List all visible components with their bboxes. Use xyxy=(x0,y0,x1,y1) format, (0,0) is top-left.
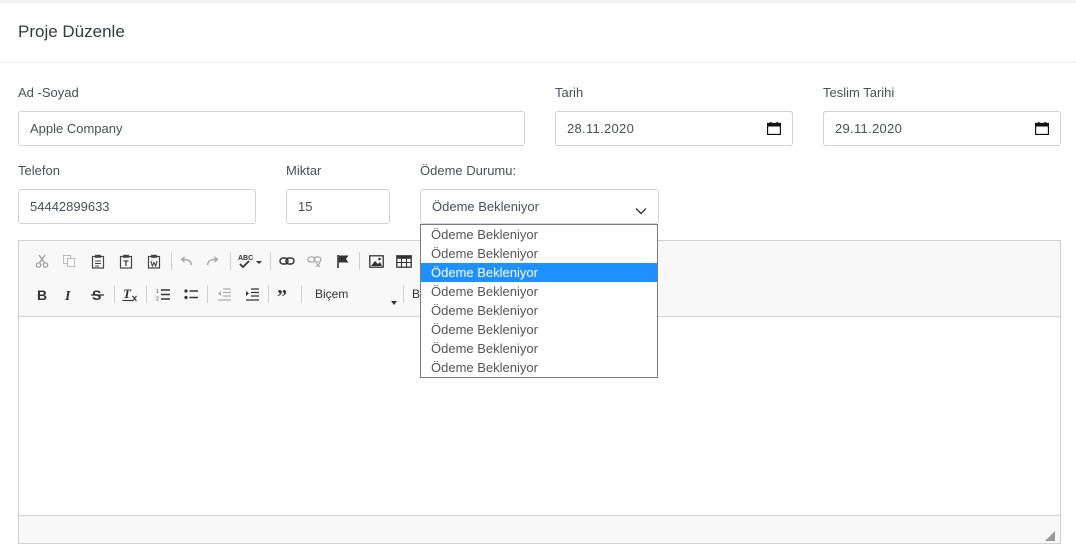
svg-text:2: 2 xyxy=(156,296,159,301)
svg-text:ABC: ABC xyxy=(238,255,253,262)
indent-icon[interactable] xyxy=(241,283,263,305)
toolbar-separator xyxy=(301,285,302,303)
payment-option-selected[interactable]: Ödeme Bekleniyor xyxy=(421,263,657,282)
format-dropdown[interactable]: Biçem xyxy=(309,285,397,305)
anchor-flag-icon[interactable] xyxy=(332,250,354,272)
amount-value: 15 xyxy=(298,199,313,214)
name-input[interactable]: Apple Company xyxy=(18,111,525,146)
toolbar-separator xyxy=(146,285,147,303)
bullet-list-icon[interactable] xyxy=(180,283,202,305)
payment-option[interactable]: Ödeme Bekleniyor xyxy=(421,320,657,339)
amount-label: Miktar xyxy=(286,163,322,178)
due-date-value: 29.11.2020 xyxy=(835,121,903,136)
toolbar-separator xyxy=(403,285,404,303)
date-input[interactable]: 28.11.2020 xyxy=(555,111,793,146)
phone-label: Telefon xyxy=(18,163,60,178)
outdent-icon[interactable] xyxy=(213,283,235,305)
toolbar-separator xyxy=(268,285,269,303)
link-icon[interactable] xyxy=(276,250,298,272)
toolbar-separator xyxy=(270,252,271,270)
calendar-icon[interactable] xyxy=(1035,122,1049,135)
cut-icon[interactable] xyxy=(31,250,53,272)
editor-footer xyxy=(19,515,1060,543)
redo-icon[interactable] xyxy=(202,250,224,272)
due-date-input[interactable]: 29.11.2020 xyxy=(823,111,1061,146)
chevron-down-icon xyxy=(635,203,647,214)
payment-option[interactable]: Ödeme Bekleniyor xyxy=(421,225,657,244)
triangle-down-icon xyxy=(391,292,397,310)
payment-label: Ödeme Durumu: xyxy=(420,163,517,178)
phone-input[interactable]: 54442899633 xyxy=(18,189,256,224)
payment-options-list[interactable]: Ödeme Bekleniyor Ödeme Bekleniyor Ödeme … xyxy=(420,224,658,378)
blockquote-icon[interactable]: ” xyxy=(274,283,296,305)
paste-text-icon[interactable] xyxy=(115,250,137,272)
payment-select[interactable]: Ödeme Bekleniyor xyxy=(420,189,659,224)
name-label: Ad -Soyad xyxy=(18,85,79,100)
payment-option[interactable]: Ödeme Bekleniyor xyxy=(421,301,657,320)
svg-text:T: T xyxy=(123,287,132,301)
calendar-icon[interactable] xyxy=(767,122,781,135)
svg-text:”: ” xyxy=(277,288,287,300)
page-title: Proje Düzenle xyxy=(18,22,125,41)
amount-input[interactable]: 15 xyxy=(286,189,390,224)
unlink-icon[interactable] xyxy=(304,250,326,272)
italic-icon[interactable]: I xyxy=(58,283,80,305)
resize-handle-icon[interactable] xyxy=(1045,528,1055,541)
date-value: 28.11.2020 xyxy=(567,121,635,136)
toolbar-separator xyxy=(359,252,360,270)
payment-option[interactable]: Ödeme Bekleniyor xyxy=(421,358,657,377)
paste-icon[interactable] xyxy=(87,250,109,272)
undo-icon[interactable] xyxy=(175,250,197,272)
remove-format-icon[interactable]: T xyxy=(119,283,141,305)
image-icon[interactable] xyxy=(365,250,387,272)
format-dropdown-label: Biçem xyxy=(315,287,349,301)
svg-text:1: 1 xyxy=(156,289,159,295)
strikethrough-icon[interactable]: S xyxy=(86,283,108,305)
card-header: Proje Düzenle xyxy=(0,3,1076,63)
payment-value: Ödeme Bekleniyor xyxy=(432,199,539,214)
payment-option[interactable]: Ödeme Bekleniyor xyxy=(421,244,657,263)
size-dropdown-label[interactable]: B xyxy=(412,287,420,301)
date-label: Tarih xyxy=(555,85,584,100)
svg-text:B: B xyxy=(37,288,47,301)
svg-text:I: I xyxy=(64,289,71,301)
bold-icon[interactable]: B xyxy=(31,283,53,305)
paste-word-icon[interactable] xyxy=(143,250,165,272)
payment-option[interactable]: Ödeme Bekleniyor xyxy=(421,282,657,301)
due-date-label: Teslim Tarihi xyxy=(823,85,895,100)
toolbar-separator xyxy=(171,252,172,270)
copy-icon[interactable] xyxy=(58,250,80,272)
table-icon[interactable] xyxy=(393,250,415,272)
name-value: Apple Company xyxy=(30,121,123,136)
toolbar-separator xyxy=(114,285,115,303)
spellcheck-icon[interactable]: ABC xyxy=(236,250,266,272)
numbered-list-icon[interactable]: 12 xyxy=(152,283,174,305)
payment-option[interactable]: Ödeme Bekleniyor xyxy=(421,339,657,358)
toolbar-separator xyxy=(207,285,208,303)
phone-value: 54442899633 xyxy=(30,199,110,214)
toolbar-separator xyxy=(230,252,231,270)
